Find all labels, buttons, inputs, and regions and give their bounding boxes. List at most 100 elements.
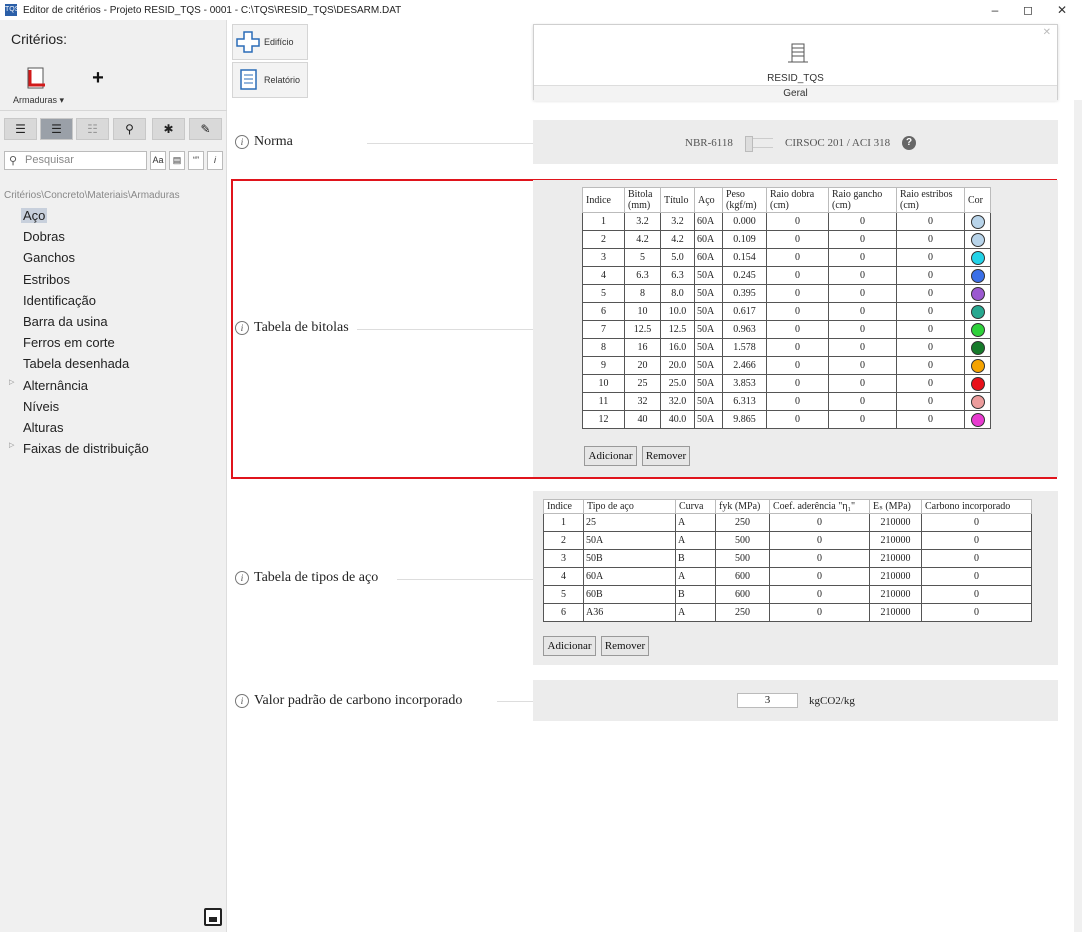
table-cell[interactable]: 0 — [896, 392, 965, 411]
table-cell[interactable]: 0 — [766, 356, 829, 375]
table-cell[interactable]: 50A — [694, 302, 723, 321]
info-icon[interactable]: i — [235, 694, 249, 708]
table-cell[interactable]: 50A — [694, 374, 723, 393]
table-cell[interactable]: 0 — [896, 356, 965, 375]
table-cell[interactable]: 210000 — [869, 585, 922, 604]
table-cell[interactable]: 0 — [766, 410, 829, 429]
column-header[interactable]: Indice — [582, 187, 625, 213]
table-cell[interactable]: 9.865 — [722, 410, 767, 429]
table-cell[interactable]: 0 — [828, 356, 897, 375]
tipos-remove-button[interactable]: Remover — [601, 636, 649, 656]
bitolas-remove-button[interactable]: Remover — [642, 446, 690, 466]
table-cell[interactable]: 0.617 — [722, 302, 767, 321]
table-row[interactable]: 1 3.2 3.2 60A 0.000 0 0 0 — [582, 212, 991, 231]
table-cell[interactable]: 50A — [694, 320, 723, 339]
table-row[interactable]: 10 25 25.0 50A 3.853 0 0 0 — [582, 374, 991, 393]
table-cell[interactable]: 0 — [766, 266, 829, 285]
table-row[interactable]: 2 4.2 4.2 60A 0.109 0 0 0 — [582, 230, 991, 249]
color-swatch[interactable] — [970, 376, 985, 391]
table-cell[interactable]: 0 — [921, 513, 1032, 532]
carbono-input[interactable]: 3 — [737, 693, 798, 708]
table-cell[interactable]: 0 — [828, 230, 897, 249]
table-cell[interactable]: 5 — [624, 248, 661, 267]
table-row[interactable]: 1 25 A 250 0 210000 0 — [543, 513, 1032, 532]
table-cell[interactable]: 8 — [582, 338, 625, 357]
tree-item[interactable]: Aço — [21, 208, 48, 223]
table-cell[interactable]: 250 — [715, 603, 770, 622]
table-cell[interactable]: 16 — [624, 338, 661, 357]
table-cell[interactable]: 20 — [624, 356, 661, 375]
table-row[interactable]: 11 32 32.0 50A 6.313 0 0 0 — [582, 392, 991, 411]
match-case-button[interactable]: Aa — [150, 151, 166, 170]
help-icon[interactable]: ? — [902, 136, 916, 150]
table-cell[interactable]: 0 — [921, 567, 1032, 586]
table-cell[interactable]: 20.0 — [660, 356, 695, 375]
table-cell[interactable]: 0 — [896, 284, 965, 303]
table-cell[interactable]: 0.395 — [722, 284, 767, 303]
list-view-button[interactable]: ☰ — [4, 118, 37, 140]
column-header[interactable]: Carbono incorporado — [921, 499, 1032, 514]
table-cell[interactable]: 0 — [766, 284, 829, 303]
table-cell[interactable]: 0 — [921, 603, 1032, 622]
table-cell[interactable]: 25 — [583, 513, 676, 532]
color-swatch[interactable] — [970, 340, 985, 355]
column-header[interactable]: Título — [660, 187, 695, 213]
table-cell[interactable]: 0 — [921, 549, 1032, 568]
table-cell[interactable]: A36 — [583, 603, 676, 622]
table-cell[interactable]: 50A — [694, 266, 723, 285]
table-cell[interactable]: B — [675, 585, 716, 604]
table-cell[interactable]: 0 — [828, 266, 897, 285]
tipos-add-button[interactable]: Adicionar — [543, 636, 596, 656]
table-cell[interactable]: 3 — [582, 248, 625, 267]
table-cell[interactable]: 50A — [694, 410, 723, 429]
close-button[interactable]: ✕ — [1047, 0, 1077, 20]
table-cell[interactable]: 0 — [828, 212, 897, 231]
match-words-button[interactable]: “” — [188, 151, 204, 170]
column-header[interactable]: Bitola (mm) — [624, 187, 661, 213]
table-cell[interactable]: 3.2 — [660, 212, 695, 231]
table-cell[interactable]: 210000 — [869, 603, 922, 622]
project-card[interactable]: ✕ RESID_TQS Geral — [533, 24, 1058, 101]
table-cell[interactable]: 12 — [582, 410, 625, 429]
table-cell[interactable]: 0 — [921, 531, 1032, 550]
table-row[interactable]: 7 12.5 12.5 50A 0.963 0 0 0 — [582, 320, 991, 339]
table-cell[interactable]: 60B — [583, 585, 676, 604]
table-cell[interactable]: 2 — [582, 230, 625, 249]
armaduras-icon[interactable] — [27, 67, 47, 89]
table-cell[interactable]: 0 — [896, 212, 965, 231]
table-cell[interactable]: 0 — [828, 374, 897, 393]
add-criteria-button[interactable]: + — [87, 68, 109, 90]
tree-item[interactable]: Alturas — [21, 420, 65, 435]
table-cell[interactable]: 0 — [896, 374, 965, 393]
column-header[interactable]: Coef. aderência "η₁" — [769, 499, 870, 514]
table-cell[interactable]: 0 — [769, 531, 870, 550]
color-cell[interactable] — [964, 212, 991, 231]
color-cell[interactable] — [964, 248, 991, 267]
table-cell[interactable]: 0 — [769, 603, 870, 622]
table-cell[interactable]: A — [675, 567, 716, 586]
table-cell[interactable]: 600 — [715, 567, 770, 586]
table-row[interactable]: 8 16 16.0 50A 1.578 0 0 0 — [582, 338, 991, 357]
table-cell[interactable]: A — [675, 513, 716, 532]
info-icon[interactable]: i — [235, 135, 249, 149]
column-header[interactable]: Tipo de aço — [583, 499, 676, 514]
table-cell[interactable]: 500 — [715, 549, 770, 568]
column-header[interactable]: Aço — [694, 187, 723, 213]
color-swatch[interactable] — [970, 286, 985, 301]
color-cell[interactable] — [964, 266, 991, 285]
table-cell[interactable]: 0 — [766, 212, 829, 231]
table-cell[interactable]: 0 — [828, 302, 897, 321]
table-cell[interactable]: 0 — [766, 320, 829, 339]
table-cell[interactable]: 0 — [828, 410, 897, 429]
table-cell[interactable]: 50B — [583, 549, 676, 568]
table-cell[interactable]: 25.0 — [660, 374, 695, 393]
tree-item[interactable]: ▷ Alternância — [9, 378, 90, 393]
table-cell[interactable]: 12.5 — [624, 320, 661, 339]
table-cell[interactable]: 0 — [766, 230, 829, 249]
column-header[interactable]: Raio gancho (cm) — [828, 187, 897, 213]
table-cell[interactable]: 0.963 — [722, 320, 767, 339]
table-cell[interactable]: 9 — [582, 356, 625, 375]
tree-item[interactable]: Ferros em corte — [21, 335, 117, 350]
table-cell[interactable]: 5.0 — [660, 248, 695, 267]
table-cell[interactable]: 10 — [582, 374, 625, 393]
